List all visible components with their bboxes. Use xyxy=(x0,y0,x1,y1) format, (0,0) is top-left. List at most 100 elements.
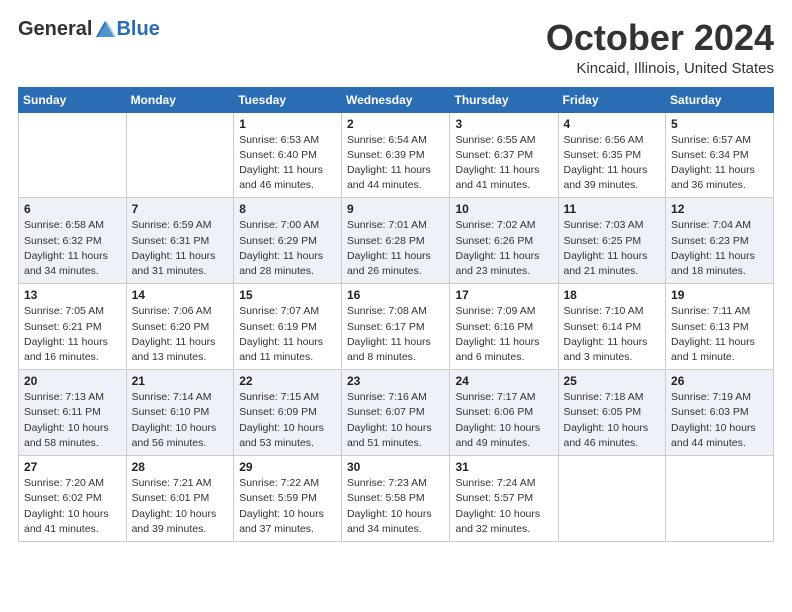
col-tuesday: Tuesday xyxy=(234,87,342,112)
location: Kincaid, Illinois, United States xyxy=(546,60,774,77)
calendar-cell: 31Sunrise: 7:24 AMSunset: 5:57 PMDayligh… xyxy=(450,456,558,542)
day-number: 12 xyxy=(671,202,768,216)
calendar-cell: 3 Sunrise: 6:55 AMSunset: 6:37 PMDaylight… xyxy=(450,112,558,198)
calendar-header-row: Sunday Monday Tuesday Wednesday Thursday… xyxy=(19,87,774,112)
day-number: 24 xyxy=(455,374,552,388)
day-detail: Sunrise: 7:00 AMSunset: 6:29 PMDaylight:… xyxy=(239,218,336,279)
logo: General Blue xyxy=(18,18,160,41)
calendar-week-row: 13 Sunrise: 7:05 AMSunset: 6:21 PMDayligh… xyxy=(19,284,774,370)
day-number: 5 xyxy=(671,117,768,131)
title-block: October 2024 Kincaid, Illinois, United S… xyxy=(546,18,774,77)
calendar-cell: 5 Sunrise: 6:57 AMSunset: 6:34 PMDaylight… xyxy=(666,112,774,198)
calendar-cell: 1 Sunrise: 6:53 AMSunset: 6:40 PMDaylight… xyxy=(234,112,342,198)
day-number: 7 xyxy=(132,202,229,216)
day-detail: Sunrise: 7:04 AMSunset: 6:23 PMDaylight:… xyxy=(671,218,768,279)
day-detail: Sunrise: 6:54 AMSunset: 6:39 PMDaylight:… xyxy=(347,133,445,194)
calendar-cell: 23 Sunrise: 7:16 AMSunset: 6:07 PMDayligh… xyxy=(341,370,450,456)
day-detail: Sunrise: 7:01 AMSunset: 6:28 PMDaylight:… xyxy=(347,218,445,279)
col-sunday: Sunday xyxy=(19,87,127,112)
calendar-cell: 6Sunrise: 6:58 AMSunset: 6:32 PMDaylight… xyxy=(19,198,127,284)
day-detail: Sunrise: 7:18 AMSunset: 6:05 PMDaylight:… xyxy=(564,390,661,451)
day-detail: Sunrise: 7:09 AMSunset: 6:16 PMDaylight:… xyxy=(455,304,552,365)
calendar-cell: 7 Sunrise: 6:59 AMSunset: 6:31 PMDaylight… xyxy=(126,198,234,284)
day-detail: Sunrise: 7:07 AMSunset: 6:19 PMDaylight:… xyxy=(239,304,336,365)
col-friday: Friday xyxy=(558,87,666,112)
logo-general-text: General xyxy=(18,18,92,41)
calendar-cell: 30 Sunrise: 7:23 AMSunset: 5:58 PMDayligh… xyxy=(341,456,450,542)
header: General Blue October 2024 Kincaid, Illin… xyxy=(18,18,774,77)
page: General Blue October 2024 Kincaid, Illin… xyxy=(0,0,792,612)
day-detail: Sunrise: 7:02 AMSunset: 6:26 PMDaylight:… xyxy=(455,218,552,279)
day-number: 28 xyxy=(132,460,229,474)
calendar-cell xyxy=(666,456,774,542)
col-saturday: Saturday xyxy=(666,87,774,112)
day-number: 10 xyxy=(455,202,552,216)
day-number: 13 xyxy=(24,288,121,302)
calendar-week-row: 6Sunrise: 6:58 AMSunset: 6:32 PMDaylight… xyxy=(19,198,774,284)
calendar-cell: 17 Sunrise: 7:09 AMSunset: 6:16 PMDayligh… xyxy=(450,284,558,370)
calendar-cell: 10 Sunrise: 7:02 AMSunset: 6:26 PMDayligh… xyxy=(450,198,558,284)
calendar-cell: 26 Sunrise: 7:19 AMSunset: 6:03 PMDayligh… xyxy=(666,370,774,456)
day-detail: Sunrise: 7:23 AMSunset: 5:58 PMDaylight:… xyxy=(347,476,445,537)
day-number: 30 xyxy=(347,460,445,474)
calendar-cell: 14 Sunrise: 7:06 AMSunset: 6:20 PMDayligh… xyxy=(126,284,234,370)
day-number: 1 xyxy=(239,117,336,131)
day-detail: Sunrise: 6:57 AMSunset: 6:34 PMDaylight:… xyxy=(671,133,768,194)
day-detail: Sunrise: 6:55 AMSunset: 6:37 PMDaylight:… xyxy=(455,133,552,194)
calendar-cell: 16Sunrise: 7:08 AMSunset: 6:17 PMDayligh… xyxy=(341,284,450,370)
calendar-cell: 13 Sunrise: 7:05 AMSunset: 6:21 PMDayligh… xyxy=(19,284,127,370)
day-detail: Sunrise: 6:58 AMSunset: 6:32 PMDaylight:… xyxy=(24,218,121,279)
day-number: 2 xyxy=(347,117,445,131)
day-number: 8 xyxy=(239,202,336,216)
day-detail: Sunrise: 7:13 AMSunset: 6:11 PMDaylight:… xyxy=(24,390,121,451)
day-number: 14 xyxy=(132,288,229,302)
day-number: 25 xyxy=(564,374,661,388)
day-number: 9 xyxy=(347,202,445,216)
col-monday: Monday xyxy=(126,87,234,112)
day-detail: Sunrise: 7:06 AMSunset: 6:20 PMDaylight:… xyxy=(132,304,229,365)
day-number: 18 xyxy=(564,288,661,302)
day-detail: Sunrise: 7:21 AMSunset: 6:01 PMDaylight:… xyxy=(132,476,229,537)
day-detail: Sunrise: 7:15 AMSunset: 6:09 PMDaylight:… xyxy=(239,390,336,451)
day-number: 26 xyxy=(671,374,768,388)
calendar-cell: 2 Sunrise: 6:54 AMSunset: 6:39 PMDaylight… xyxy=(341,112,450,198)
calendar-cell: 19 Sunrise: 7:11 AMSunset: 6:13 PMDayligh… xyxy=(666,284,774,370)
calendar-week-row: 27Sunrise: 7:20 AMSunset: 6:02 PMDayligh… xyxy=(19,456,774,542)
day-number: 23 xyxy=(347,374,445,388)
day-detail: Sunrise: 7:20 AMSunset: 6:02 PMDaylight:… xyxy=(24,476,121,537)
calendar-cell: 22 Sunrise: 7:15 AMSunset: 6:09 PMDayligh… xyxy=(234,370,342,456)
col-wednesday: Wednesday xyxy=(341,87,450,112)
calendar-table: Sunday Monday Tuesday Wednesday Thursday… xyxy=(18,87,774,542)
day-number: 17 xyxy=(455,288,552,302)
day-detail: Sunrise: 7:05 AMSunset: 6:21 PMDaylight:… xyxy=(24,304,121,365)
day-detail: Sunrise: 7:08 AMSunset: 6:17 PMDaylight:… xyxy=(347,304,445,365)
day-detail: Sunrise: 6:53 AMSunset: 6:40 PMDaylight:… xyxy=(239,133,336,194)
calendar-cell: 20 Sunrise: 7:13 AMSunset: 6:11 PMDayligh… xyxy=(19,370,127,456)
calendar-cell xyxy=(19,112,127,198)
day-detail: Sunrise: 7:03 AMSunset: 6:25 PMDaylight:… xyxy=(564,218,661,279)
day-number: 29 xyxy=(239,460,336,474)
day-detail: Sunrise: 7:16 AMSunset: 6:07 PMDaylight:… xyxy=(347,390,445,451)
day-detail: Sunrise: 6:56 AMSunset: 6:35 PMDaylight:… xyxy=(564,133,661,194)
day-detail: Sunrise: 7:11 AMSunset: 6:13 PMDaylight:… xyxy=(671,304,768,365)
day-number: 22 xyxy=(239,374,336,388)
day-detail: Sunrise: 7:17 AMSunset: 6:06 PMDaylight:… xyxy=(455,390,552,451)
calendar-cell: 9 Sunrise: 7:01 AMSunset: 6:28 PMDaylight… xyxy=(341,198,450,284)
day-number: 19 xyxy=(671,288,768,302)
day-number: 20 xyxy=(24,374,121,388)
calendar-cell: 12 Sunrise: 7:04 AMSunset: 6:23 PMDayligh… xyxy=(666,198,774,284)
calendar-cell xyxy=(126,112,234,198)
calendar-cell: 18Sunrise: 7:10 AMSunset: 6:14 PMDayligh… xyxy=(558,284,666,370)
calendar-cell: 4Sunrise: 6:56 AMSunset: 6:35 PMDaylight… xyxy=(558,112,666,198)
calendar-cell: 15 Sunrise: 7:07 AMSunset: 6:19 PMDayligh… xyxy=(234,284,342,370)
day-number: 11 xyxy=(564,202,661,216)
calendar-cell: 28 Sunrise: 7:21 AMSunset: 6:01 PMDayligh… xyxy=(126,456,234,542)
day-detail: Sunrise: 7:22 AMSunset: 5:59 PMDaylight:… xyxy=(239,476,336,537)
calendar-cell: 11 Sunrise: 7:03 AMSunset: 6:25 PMDayligh… xyxy=(558,198,666,284)
logo-blue-text: Blue xyxy=(116,18,159,41)
day-number: 3 xyxy=(455,117,552,131)
day-detail: Sunrise: 7:19 AMSunset: 6:03 PMDaylight:… xyxy=(671,390,768,451)
day-detail: Sunrise: 6:59 AMSunset: 6:31 PMDaylight:… xyxy=(132,218,229,279)
day-number: 15 xyxy=(239,288,336,302)
calendar-week-row: 20 Sunrise: 7:13 AMSunset: 6:11 PMDayligh… xyxy=(19,370,774,456)
